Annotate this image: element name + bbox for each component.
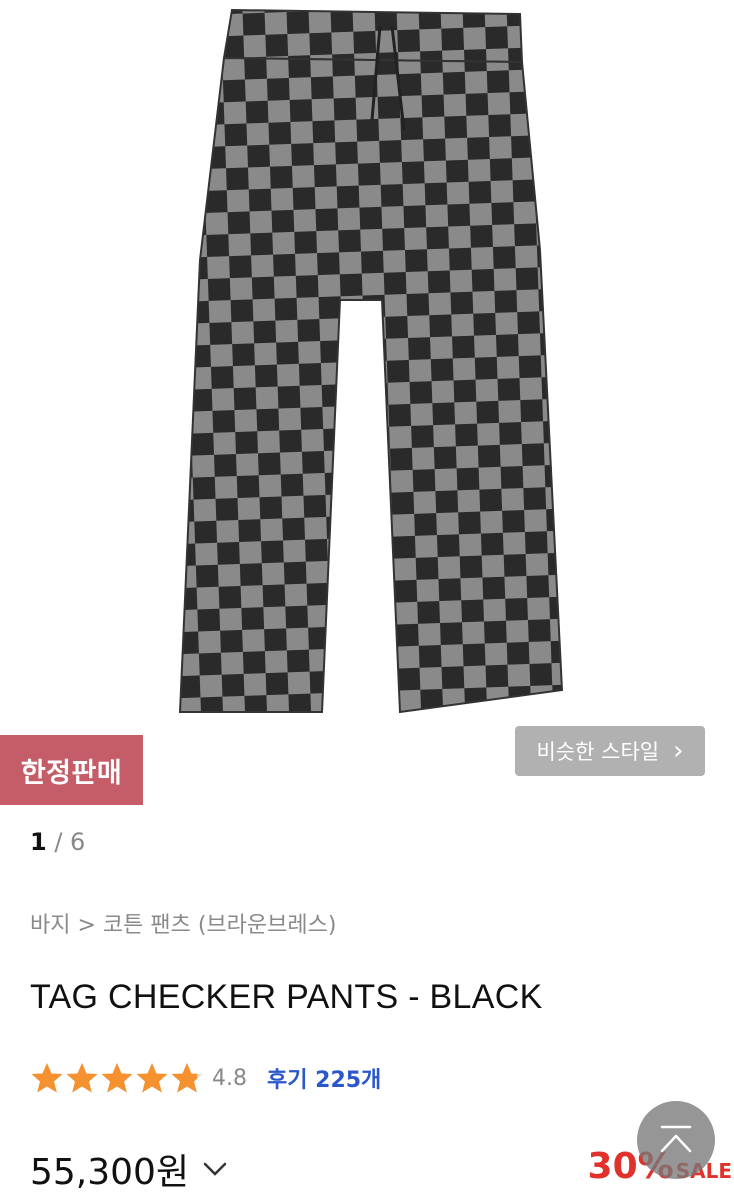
rating-row: 4.8 후기 225개 <box>30 1060 381 1096</box>
star-icon <box>136 1063 168 1093</box>
star-icon <box>171 1063 203 1093</box>
checker-pants-image <box>178 8 564 714</box>
star-icon <box>66 1063 98 1093</box>
pager-current: 1 <box>30 828 47 856</box>
chevron-down-icon[interactable] <box>201 1160 229 1178</box>
rating-stars <box>30 1061 204 1095</box>
limited-sale-badge: 한정판매 <box>0 735 143 805</box>
similar-style-label: 비슷한 스타일 <box>536 740 660 764</box>
pager-separator: / <box>46 828 71 856</box>
product-image[interactable] <box>0 0 734 790</box>
price-row[interactable]: 55,300원 <box>30 1143 229 1195</box>
breadcrumb[interactable]: 바지 > 코튼 팬츠 (브라운브레스) <box>30 907 336 939</box>
price: 55,300원 <box>30 1152 190 1193</box>
arrow-up-icon <box>660 1125 692 1153</box>
product-title: TAG CHECKER PANTS - BLACK <box>30 978 543 1016</box>
pager-total: 6 <box>70 828 86 856</box>
image-pager: 1 / 6 <box>30 828 85 856</box>
rating-value: 4.8 <box>212 1065 247 1091</box>
star-icon <box>31 1063 63 1093</box>
chevron-right-icon: › <box>673 736 684 766</box>
scroll-top-button[interactable] <box>637 1101 715 1179</box>
star-icon <box>101 1063 133 1093</box>
reviews-link[interactable]: 후기 225개 <box>267 1062 381 1094</box>
similar-style-button[interactable]: 비슷한 스타일 › <box>515 726 705 776</box>
